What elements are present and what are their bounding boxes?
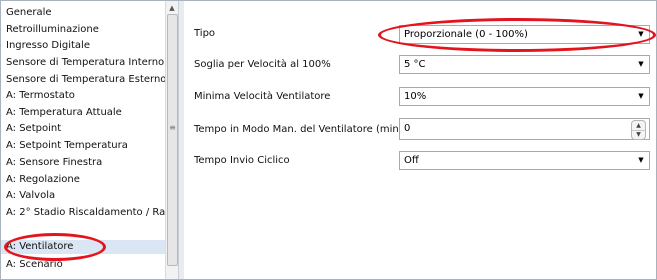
sidebar-item-setpoint[interactable]: A: Setpoint	[6, 122, 165, 136]
sidebar-item-scenario[interactable]: A: Scenario	[6, 258, 165, 272]
tempo-invio-label: Tempo Invio Ciclico	[194, 155, 290, 166]
sidebar-item-setpoint-temperatura[interactable]: A: Setpoint Temperatura	[6, 139, 165, 153]
soglia-value: 5 °C	[404, 59, 426, 70]
tipo-value: Proporzionale (0 - 100%)	[404, 29, 528, 40]
parameters-panel: Tipo Proporzionale (0 - 100%) ▼ Soglia p…	[184, 1, 656, 279]
spin-down-icon[interactable]: ▼	[632, 130, 645, 139]
minima-dropdown[interactable]: 10% ▼	[399, 87, 650, 106]
sidebar-item-regolazione[interactable]: A: Regolazione	[6, 173, 165, 187]
sidebar-item-temperatura-attuale[interactable]: A: Temperatura Attuale	[6, 106, 165, 120]
tempo-manuale-label: Tempo in Modo Man. del Ventilatore (min)	[194, 124, 403, 135]
spin-buttons: ▲ ▼	[631, 120, 646, 140]
tipo-dropdown[interactable]: Proporzionale (0 - 100%) ▼	[399, 25, 650, 44]
minima-label: Minima Velocità Ventilatore	[194, 91, 331, 102]
grip-icon: ≡	[169, 123, 176, 132]
chevron-down-icon[interactable]: ▼	[636, 88, 646, 105]
sidebar-scrollbar[interactable]: ▲ ≡	[165, 1, 178, 279]
sidebar-item-retroilluminazione[interactable]: Retroilluminazione	[6, 23, 165, 37]
tempo-manuale-value[interactable]: 0	[404, 119, 410, 139]
tempo-invio-value: Off	[404, 155, 419, 166]
soglia-label: Soglia per Velocità al 100%	[194, 59, 331, 70]
sidebar-item-termostato[interactable]: A: Termostato	[6, 89, 165, 103]
sidebar-item-sensore-interno[interactable]: Sensore di Temperatura Interno	[6, 56, 165, 70]
minima-value: 10%	[404, 91, 427, 102]
sidebar: Generale Retroilluminazione Ingresso Dig…	[1, 1, 165, 279]
chevron-down-icon[interactable]: ▼	[636, 152, 646, 169]
tipo-label: Tipo	[194, 28, 216, 39]
scroll-up-icon[interactable]: ▲	[166, 3, 178, 13]
chevron-down-icon[interactable]: ▼	[636, 56, 646, 73]
sidebar-item-sensore-esterno[interactable]: Sensore di Temperatura Esterno	[6, 73, 165, 87]
sidebar-item-generale[interactable]: Generale	[6, 6, 165, 20]
sidebar-item-sensore-finestra[interactable]: A: Sensore Finestra	[6, 156, 165, 170]
tempo-manuale-stepper[interactable]: 0 ▲ ▼	[399, 118, 650, 140]
sidebar-item-ingresso-digitale[interactable]: Ingresso Digitale	[6, 39, 165, 53]
soglia-dropdown[interactable]: 5 °C ▼	[399, 55, 650, 74]
sidebar-item-secondo-stadio[interactable]: A: 2° Stadio Riscaldamento / Raffrescame…	[6, 206, 165, 220]
sidebar-item-valvola[interactable]: A: Valvola	[6, 189, 165, 203]
sidebar-item-ventilatore[interactable]: A: Ventilatore	[1, 240, 165, 254]
tempo-invio-dropdown[interactable]: Off ▼	[399, 151, 650, 170]
window-frame: Generale Retroilluminazione Ingresso Dig…	[0, 0, 657, 280]
scrollbar-thumb[interactable]: ≡	[167, 14, 178, 266]
chevron-down-icon[interactable]: ▼	[636, 26, 646, 43]
